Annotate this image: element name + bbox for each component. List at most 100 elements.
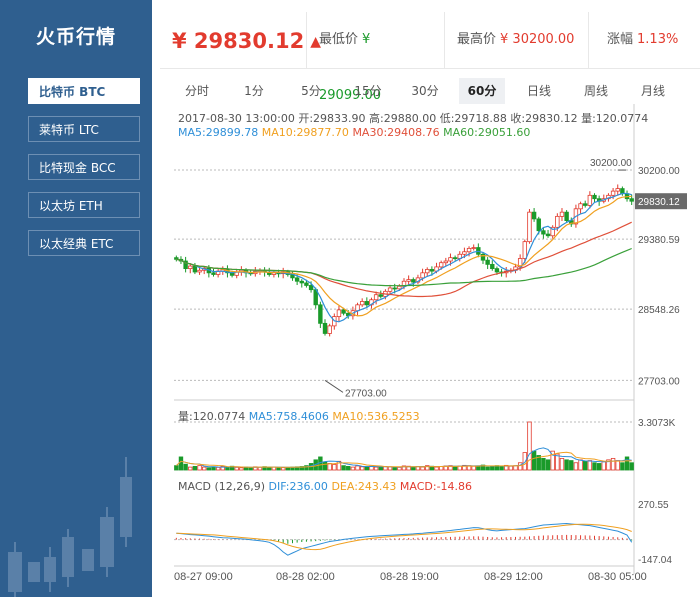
volume-bar xyxy=(248,467,253,471)
ticker-bar: ¥ 29830.12 ▲ 最低价 ¥ 29099.00 最高价 ¥ 30200.00 … xyxy=(160,12,700,103)
volume-bar xyxy=(610,457,616,471)
candle-body xyxy=(559,211,565,217)
candle-body xyxy=(318,304,323,324)
candle-body xyxy=(545,233,551,237)
candle-body xyxy=(448,257,453,262)
high-price-value: ¥ 30200.00 xyxy=(500,32,575,47)
volume-bar xyxy=(178,456,184,471)
candle-body xyxy=(536,218,541,232)
x-axis-label: 08-30 05:00 xyxy=(588,571,647,583)
volume-bar xyxy=(378,466,383,471)
x-axis-label: 08-29 12:00 xyxy=(484,571,543,583)
volume-bar xyxy=(499,465,504,471)
sidebar-item-btc[interactable]: 比特币 BTC xyxy=(28,78,140,104)
tab-5min[interactable]: 5分 xyxy=(288,78,334,104)
candle-body xyxy=(192,265,198,273)
x-axis-label: 08-27 09:00 xyxy=(174,571,233,583)
price-tick-label: 29380.59 xyxy=(638,235,680,246)
x-axis-label: 08-28 02:00 xyxy=(276,571,335,583)
macd-tick-label: -147.04 xyxy=(638,555,672,566)
price-tick-label: 28548.26 xyxy=(638,305,680,316)
price-tick-label: 27703.00 xyxy=(638,376,680,387)
candle-body xyxy=(359,301,365,306)
volume-bar xyxy=(373,466,379,471)
candle-body xyxy=(620,188,625,195)
candle-body xyxy=(378,294,383,297)
volume-bar xyxy=(541,457,546,471)
volume-bar xyxy=(192,465,198,471)
volume-bar xyxy=(211,466,216,471)
candle-body xyxy=(466,247,472,253)
sidebar-item-ltc[interactable]: 莱特币 LTC xyxy=(28,116,140,142)
candle-body xyxy=(522,241,528,259)
volume-bar xyxy=(411,466,416,471)
candle-body xyxy=(304,282,309,286)
candle-body xyxy=(429,269,435,272)
candle-body xyxy=(425,269,430,274)
volume-bar xyxy=(583,460,588,471)
low-marker-label: 27703.00 xyxy=(345,388,387,399)
candle-body xyxy=(211,272,216,275)
tab-15min[interactable]: 15分 xyxy=(345,78,391,104)
candle-body xyxy=(485,259,490,265)
kline-chart[interactable]: 2017-08-30 13:00:00 开:29833.90 高:29880.0… xyxy=(168,104,700,594)
tab-timeline[interactable]: 分时 xyxy=(174,78,220,104)
decorative-candle-icon xyxy=(8,457,132,597)
tab-day[interactable]: 日线 xyxy=(516,78,562,104)
tab-1min[interactable]: 1分 xyxy=(231,78,277,104)
x-axis-label: 08-28 19:00 xyxy=(380,571,439,583)
candle-body xyxy=(322,322,328,334)
high-price-label: 最高价 xyxy=(457,32,497,47)
candle-body xyxy=(494,268,500,273)
candle-body xyxy=(308,285,314,291)
tab-month[interactable]: 月线 xyxy=(630,78,676,104)
candle-body xyxy=(490,263,495,270)
candle-body xyxy=(364,301,370,306)
change-stat: 涨幅 1.13% xyxy=(588,12,700,68)
volume-bar xyxy=(215,466,221,471)
sidebar-item-eth[interactable]: 以太坊 ETH xyxy=(28,192,140,218)
candle-body xyxy=(629,198,634,202)
price-tick-label: 30200.00 xyxy=(638,166,680,177)
volume-bar xyxy=(280,467,286,471)
macd-tick-label: 270.55 xyxy=(638,500,669,511)
candle-body xyxy=(299,280,304,284)
volume-bar xyxy=(592,462,597,471)
volume-bar xyxy=(485,466,490,471)
low-price-stat: 最低价 ¥ 29099.00 xyxy=(306,12,434,103)
tab-60min[interactable]: 60分 xyxy=(459,78,505,104)
volume-bar xyxy=(578,459,583,471)
volume-bar xyxy=(397,466,402,471)
high-marker-label: 30200.00 xyxy=(590,158,632,169)
candle-body xyxy=(373,294,379,301)
candle-body xyxy=(615,188,620,192)
sidebar-item-bcc[interactable]: 比特现金 BCC xyxy=(28,154,140,180)
volume-bar xyxy=(531,450,537,471)
tab-week[interactable]: 周线 xyxy=(573,78,619,104)
candle-body xyxy=(583,203,588,206)
volume-bar xyxy=(517,462,523,471)
tab-30min[interactable]: 30分 xyxy=(402,78,448,104)
volume-bar xyxy=(438,466,444,471)
volume-bar xyxy=(276,467,281,471)
candle-body xyxy=(392,287,397,290)
sidebar-item-etc[interactable]: 以太经典 ETC xyxy=(28,230,140,256)
high-price-stat: 最高价 ¥ 30200.00 xyxy=(444,12,584,68)
volume-bar xyxy=(434,466,439,471)
volume-bar xyxy=(188,466,193,471)
volume-bar xyxy=(346,465,351,471)
volume-bar xyxy=(471,465,476,471)
candle-body xyxy=(555,215,560,228)
volume-bar xyxy=(620,462,625,471)
volume-bar xyxy=(239,467,244,471)
volume-bar xyxy=(596,463,602,471)
chart-svg: 30200.00 29380.59 28548.26 27703.00 30200.00… xyxy=(174,104,687,583)
volume-bar xyxy=(522,452,528,471)
low-marker-line xyxy=(324,379,344,393)
volume-bar xyxy=(355,465,360,471)
volume-bar xyxy=(624,456,630,471)
current-price: ¥ 29830.12 ▲ xyxy=(172,29,321,53)
candle-body xyxy=(541,230,546,235)
volume-bar xyxy=(573,462,579,471)
dea-line xyxy=(176,523,632,551)
